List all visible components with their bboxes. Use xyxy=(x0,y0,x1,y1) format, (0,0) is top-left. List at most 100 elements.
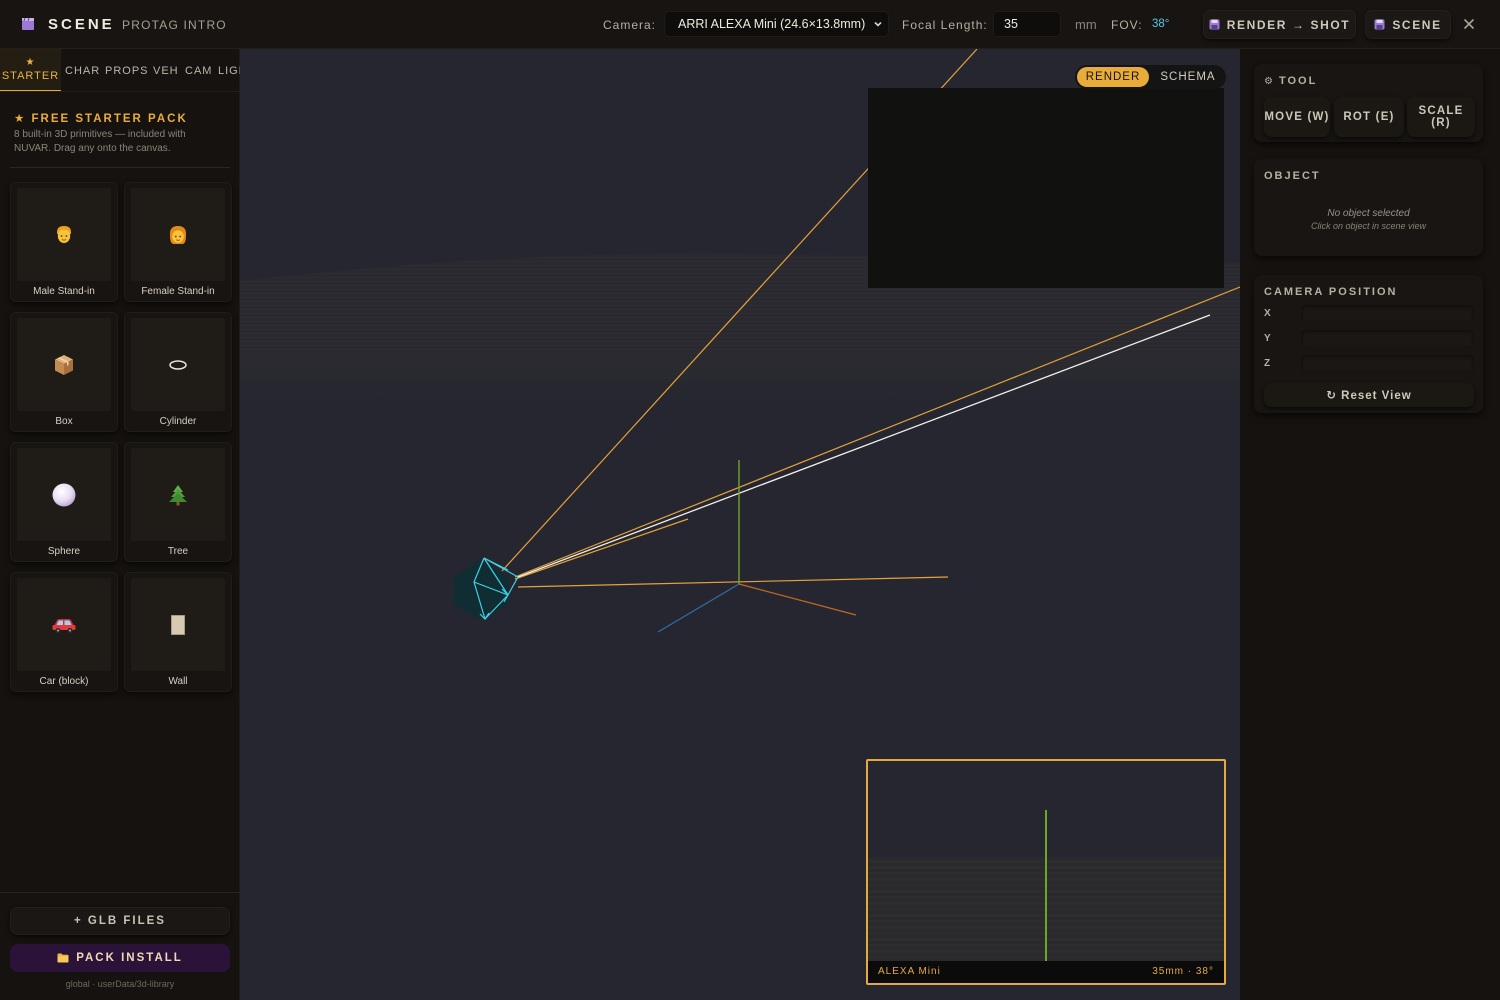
z-position-input[interactable] xyxy=(1301,355,1474,373)
save-scene-label: SCENE xyxy=(1392,17,1442,32)
clapperboard-icon xyxy=(22,17,34,30)
asset-thumbnail xyxy=(17,188,111,281)
category-tabs: ★ STARTER CHAR PROPS VEH CAM LIGH xyxy=(0,49,240,92)
object-section: OBJECT No object selected Click on objec… xyxy=(1254,159,1483,256)
camera-position-title: CAMERA POSITION xyxy=(1264,286,1398,298)
star-icon: ★ xyxy=(25,56,36,68)
asset-card-cylinder[interactable]: Cylinder xyxy=(124,312,232,432)
library-path: global · userData/3d-library xyxy=(65,979,175,989)
tab-starter[interactable]: ★ STARTER xyxy=(0,49,61,91)
tool-title-text: TOOL xyxy=(1278,75,1318,87)
asset-thumbnail xyxy=(17,578,111,671)
asset-card-male-stand-in[interactable]: Male Stand-in xyxy=(10,182,118,302)
camera-label: Camera: xyxy=(603,18,657,32)
scale-tool-button[interactable]: SCALE (R) xyxy=(1407,97,1475,137)
divider xyxy=(10,167,230,168)
asset-thumbnail xyxy=(131,448,225,541)
asset-card-tree[interactable]: Tree xyxy=(124,442,232,562)
no-object-hint: Click on object in scene view xyxy=(1310,221,1427,231)
divider xyxy=(0,892,240,893)
scene-name: PROTAG INTRO xyxy=(122,18,227,32)
asset-card-female-stand-in[interactable]: Female Stand-in xyxy=(124,182,232,302)
asset-thumbnail xyxy=(131,318,225,411)
y-label: Y xyxy=(1264,333,1271,344)
focal-unit-label: mm xyxy=(1075,17,1097,32)
save-icon xyxy=(1209,19,1220,30)
render-to-shot-label: RENDER → SHOT xyxy=(1226,17,1351,32)
starter-pack-description: 8 built-in 3D primitives — included with… xyxy=(14,129,186,154)
asset-card-car[interactable]: Car (block) xyxy=(10,572,118,692)
y-position-input[interactable] xyxy=(1301,330,1474,348)
asset-thumbnail xyxy=(17,448,111,541)
ground-fade xyxy=(240,349,1240,409)
tool-section-title: ⚙ TOOL xyxy=(1264,75,1317,87)
add-glb-files-button[interactable]: + GLB FILES xyxy=(10,907,230,935)
save-scene-button[interactable]: SCENE xyxy=(1365,10,1451,39)
tab-cam[interactable]: CAM xyxy=(185,49,212,91)
tab-lights[interactable]: LIGH xyxy=(218,49,240,91)
focal-length-label: Focal Length: xyxy=(902,18,988,32)
no-object-message: No object selected xyxy=(1327,208,1410,219)
world-axes-gizmo xyxy=(657,460,857,633)
asset-label: Cylinder xyxy=(159,416,197,427)
female-person-icon xyxy=(169,225,187,244)
z-label: Z xyxy=(1264,358,1271,369)
camera-select[interactable]: ARRI ALEXA Mini (24.6×13.8mm) xyxy=(664,11,889,37)
asset-label: Sphere xyxy=(47,546,81,557)
asset-label: Box xyxy=(55,416,73,427)
asset-label: Female Stand-in xyxy=(141,286,215,297)
focal-length-input[interactable]: 35 xyxy=(993,11,1061,37)
tab-veh[interactable]: VEH xyxy=(153,49,179,91)
asset-label: Car (block) xyxy=(39,676,89,687)
tab-props[interactable]: PROPS xyxy=(105,49,149,91)
viewport-overlay-panel xyxy=(868,88,1224,288)
camera-preview: ALEXA Mini 35mm · 38° xyxy=(866,759,1226,985)
asset-card-sphere[interactable]: Sphere xyxy=(10,442,118,562)
folder-icon xyxy=(57,953,69,963)
fov-label: FOV: xyxy=(1111,18,1143,32)
cylinder-icon xyxy=(169,359,187,370)
toggle-render[interactable]: RENDER xyxy=(1077,67,1149,87)
reset-view-button[interactable]: ↻ Reset View xyxy=(1264,383,1474,407)
inspector-panel: ⚙ TOOL MOVE (W) ROT (E) SCALE (R) OBJECT … xyxy=(1240,49,1500,1000)
tool-section: ⚙ TOOL MOVE (W) ROT (E) SCALE (R) xyxy=(1254,64,1483,142)
male-person-icon xyxy=(57,225,71,243)
preview-camera-name: ALEXA Mini xyxy=(878,966,941,977)
rotate-tool-button[interactable]: ROT (E) xyxy=(1334,97,1404,137)
save-icon xyxy=(1374,19,1385,30)
starter-pack-title: ★ FREE STARTER PACK xyxy=(14,113,188,125)
asset-sidebar: ★ STARTER CHAR PROPS VEH CAM LIGH ★ FREE… xyxy=(0,49,240,1000)
x-label: X xyxy=(1264,308,1271,319)
move-tool-button[interactable]: MOVE (W) xyxy=(1264,97,1330,137)
asset-label: Tree xyxy=(167,546,189,557)
pack-install-button[interactable]: PACK INSTALL xyxy=(10,944,230,972)
top-bar: SCENE PROTAG INTRO Camera: ARRI ALEXA Mi… xyxy=(0,0,1500,49)
render-to-shot-button[interactable]: RENDER → SHOT xyxy=(1203,10,1356,39)
fov-value: 38° xyxy=(1152,18,1170,30)
wall-icon xyxy=(171,614,185,635)
asset-card-box[interactable]: Box xyxy=(10,312,118,432)
gear-icon: ⚙ xyxy=(1264,76,1275,87)
scene-viewport[interactable]: RENDER SCHEMA ALEXA Mini 35mm · 38° xyxy=(240,49,1240,1000)
pack-install-label: PACK INSTALL xyxy=(76,952,183,964)
toggle-schema[interactable]: SCHEMA xyxy=(1153,67,1223,87)
chevron-down-icon xyxy=(874,21,882,27)
car-icon xyxy=(52,618,76,633)
box-icon xyxy=(55,354,73,375)
sphere-icon xyxy=(52,483,76,506)
render-schema-toggle: RENDER SCHEMA xyxy=(1075,65,1226,89)
camera-position-section: CAMERA POSITION X Y Z ↻ Reset View xyxy=(1254,275,1483,413)
tab-char[interactable]: CHAR xyxy=(65,49,100,91)
preview-axis xyxy=(1045,810,1047,961)
asset-thumbnail xyxy=(17,318,111,411)
close-icon[interactable] xyxy=(1460,15,1478,33)
asset-thumbnail xyxy=(131,578,225,671)
tab-label: STARTER xyxy=(1,69,60,82)
x-position-input[interactable] xyxy=(1301,305,1474,323)
tree-icon xyxy=(169,484,187,505)
app-title: SCENE xyxy=(48,16,115,33)
asset-card-wall[interactable]: Wall xyxy=(124,572,232,692)
camera-select-value: ARRI ALEXA Mini (24.6×13.8mm) xyxy=(678,17,866,31)
scene-camera-object[interactable] xyxy=(454,557,519,620)
asset-label: Male Stand-in xyxy=(33,286,95,297)
